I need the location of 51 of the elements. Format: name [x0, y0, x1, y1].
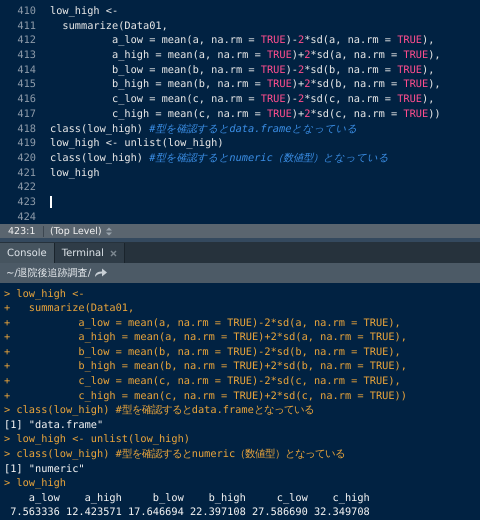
code-line: low_high [50, 166, 100, 180]
code-line: low_high <- unlist(low_high) [50, 136, 224, 151]
code-line: low_high <- [50, 4, 118, 19]
forward-arrow-icon[interactable] [95, 268, 108, 278]
line-number: 420 [16, 150, 36, 166]
panel-tab[interactable]: Console [0, 243, 55, 264]
code-line: summarize(Data01, [61, 18, 168, 34]
console-line: + c_low = mean(c, na.rm = TRUE)-2*sd(c, na.rm = TRUE), [4, 374, 402, 389]
line-number: 418 [16, 122, 36, 136]
working-directory: ~/退院後追跡調査/ [6, 266, 92, 280]
code-line: a_low = mean(a, na.rm = TRUE)-2*sd(a, na.rm = TRUE), [110, 33, 434, 48]
console-line: > low_high <- unlist(low_high) [4, 432, 191, 448]
updown-icon [106, 226, 112, 236]
line-number: 412 [16, 33, 36, 48]
console-line: + a_low = mean(a, na.rm = TRUE)-2*sd(a, na.rm = TRUE), [4, 316, 402, 330]
console-line: [1] "data.frame" [4, 418, 104, 432]
console-line: [1] "numeric" [4, 462, 86, 476]
console-line: > class(low_high) #型を確認するとdata.frameとなっている [4, 403, 315, 418]
panel-tab[interactable]: Terminal [54, 243, 125, 264]
code-line: class(low_high) #型を確認するとdata.frameとなっている [50, 122, 358, 136]
console-line: + b_high = mean(b, na.rm = TRUE)+2*sd(b, na.rm = TRUE), [4, 359, 408, 374]
console-line: + summarize(Data01, [4, 301, 136, 316]
console-line: + b_low = mean(b, na.rm = TRUE)-2*sd(b, na.rm = TRUE), [4, 344, 402, 360]
close-icon[interactable] [110, 250, 117, 257]
line-number: 414 [16, 62, 36, 78]
code-line: b_low = mean(b, na.rm = TRUE)-2*sd(b, na.rm = TRUE), [110, 62, 434, 78]
code-line: class(low_high) #型を確認するとnumeric（数値型）となっている [50, 150, 389, 166]
line-number: 410 [16, 4, 36, 19]
cursor-position: 423:1 [0, 226, 44, 237]
code-line: b_high = mean(b, na.rm = TRUE)+2*sd(b, na.rm = TRUE), [110, 77, 441, 92]
line-number: 421 [16, 166, 36, 180]
line-number: 416 [16, 92, 36, 107]
line-number: 411 [16, 18, 36, 34]
line-number: 423 [16, 194, 36, 210]
line-number: 419 [16, 136, 36, 151]
line-number: 417 [16, 106, 36, 122]
code-line: c_low = mean(c, na.rm = TRUE)-2*sd(c, na.rm = TRUE), [110, 92, 434, 107]
console-line: + a_high = mean(a, na.rm = TRUE)+2*sd(a, na.rm = TRUE), [4, 330, 408, 345]
scope-selector[interactable]: (Top Level) [44, 226, 112, 237]
line-number: 415 [16, 77, 36, 92]
line-number: 424 [16, 210, 36, 224]
code-line: c_high = mean(c, na.rm = TRUE)+2*sd(c, na.rm = TRUE)) [110, 106, 441, 122]
console-line: > low_high <- [4, 286, 86, 302]
code-line: a_high = mean(a, na.rm = TRUE)+2*sd(a, na.rm = TRUE), [110, 48, 441, 63]
console-line: > class(low_high) #型を確認するとnumeric（数値型）となっている [4, 447, 346, 462]
console-line: > low_high [4, 476, 67, 491]
line-number: 422 [16, 180, 36, 195]
line-number: 413 [16, 48, 36, 63]
console-line: + c_high = mean(c, na.rm = TRUE)+2*sd(c, na.rm = TRUE)) [4, 388, 408, 404]
console-line: 7.563336 12.423571 17.646694 22.397108 27.586690 32.349708 [9, 505, 371, 520]
console-line: a_low a_high b_low b_high c_low c_high [28, 490, 371, 506]
